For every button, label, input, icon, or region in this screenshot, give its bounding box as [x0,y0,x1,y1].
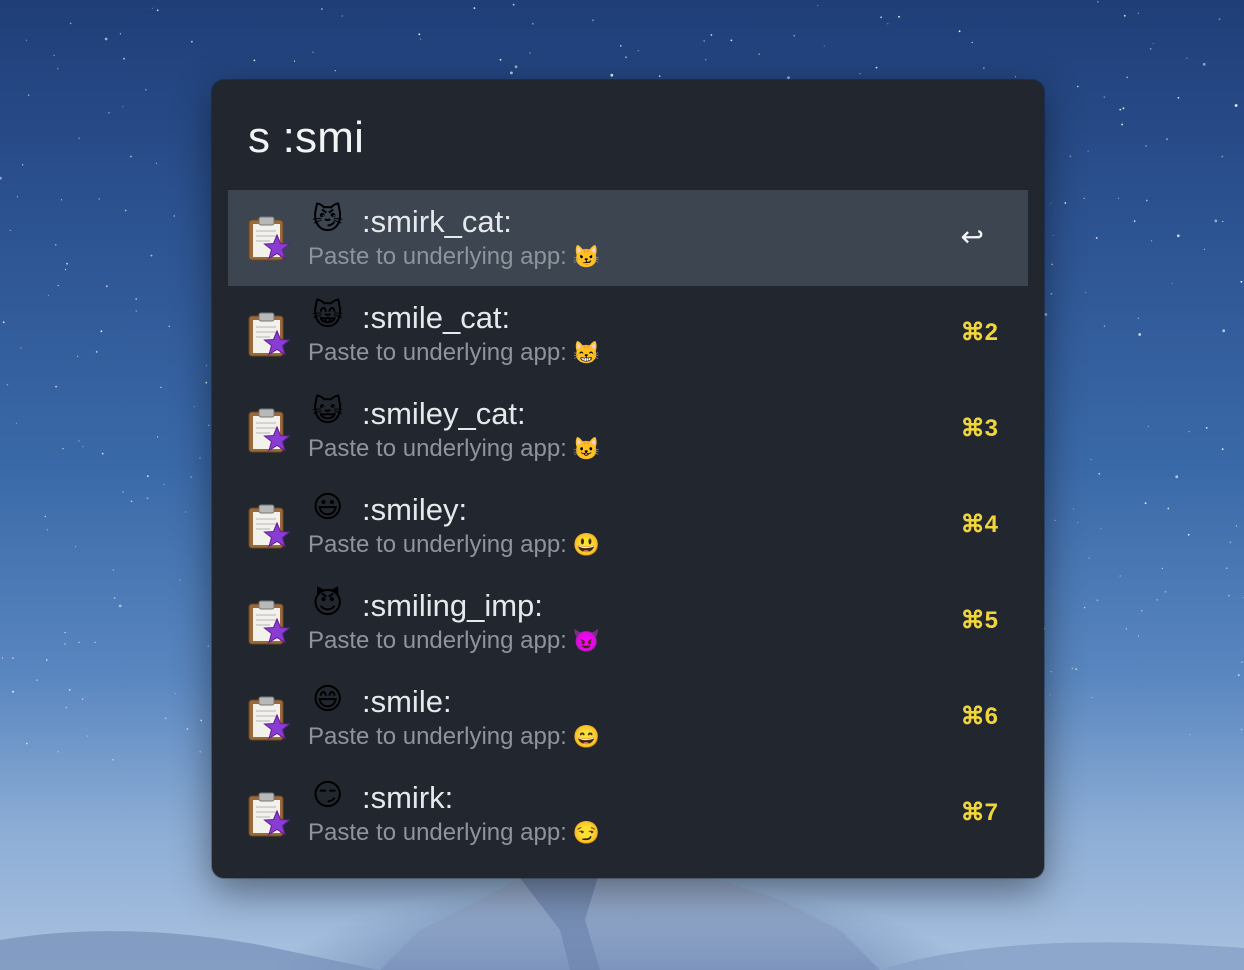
result-title: :smiley: [362,492,468,527]
result-emoji: 😄 [312,682,344,717]
clipboard-star-icon [246,790,292,838]
result-row[interactable]: 😈:smiling_imp: Paste to underlying app: 😈 ⌘… [228,574,1028,670]
result-subtitle-text: Paste to underlying app: [308,531,567,558]
result-subtitle: Paste to underlying app: 😈 [308,626,600,656]
clipboard-star-icon [246,406,292,454]
result-emoji: 😸 [312,298,344,333]
result-emoji: 😼 [312,202,344,237]
shortcut-hint: ⌘6 [960,703,998,730]
result-subtitle-text: Paste to underlying app: [308,819,567,846]
result-title: :smile_cat: [362,300,511,335]
result-title: :smirk_cat: [362,204,512,239]
clipboard-star-icon [246,598,292,646]
shortcut-hint: ⌘3 [960,415,998,442]
result-subtitle-emoji: 😺 [572,436,601,461]
result-row[interactable]: 😃:smiley: Paste to underlying app: 😃 ⌘4 [228,478,1028,574]
result-subtitle: Paste to underlying app: 😼 [308,242,600,272]
result-row[interactable]: 😄:smile: Paste to underlying app: 😄 ⌘6 [228,670,1028,766]
result-row[interactable]: 😸:smile_cat: Paste to underlying app: 😸 ⌘2 [228,286,1028,382]
clipboard-star-icon [246,214,292,262]
result-emoji: 😏 [312,778,344,813]
result-title: :smiling_imp: [362,588,543,623]
results-list: 😼:smirk_cat: Paste to underlying app: 😼 ↩ 😸… [228,190,1028,862]
result-subtitle-emoji: 😄 [572,724,601,749]
result-emoji: 😺 [312,394,344,429]
result-subtitle: Paste to underlying app: 😺 [308,434,600,464]
result-emoji: 😈 [312,586,344,621]
result-subtitle: Paste to underlying app: 😏 [308,818,600,848]
clipboard-star-icon [246,310,292,358]
result-row[interactable]: 😼:smirk_cat: Paste to underlying app: 😼 ↩ [228,190,1028,286]
result-title: :smiley_cat: [362,396,526,431]
result-emoji: 😃 [312,490,344,525]
result-row[interactable]: 😺:smiley_cat: Paste to underlying app: 😺 ⌘3 [228,382,1028,478]
result-row[interactable]: 😏:smirk: Paste to underlying app: 😏 ⌘7 [228,766,1028,862]
shortcut-hint: ⌘4 [960,511,998,538]
shortcut-hint: ⌘2 [960,319,998,346]
result-subtitle-text: Paste to underlying app: [308,627,567,654]
result-subtitle-emoji: 😸 [572,340,601,365]
result-subtitle-text: Paste to underlying app: [308,435,567,462]
result-subtitle-emoji: 😃 [572,532,601,557]
clipboard-star-icon [246,502,292,550]
result-title: :smile: [362,684,452,719]
result-subtitle-text: Paste to underlying app: [308,723,567,750]
launcher-panel: s :smi 😼:smirk_cat: Paste to underlying a… [212,80,1044,878]
result-subtitle: Paste to underlying app: 😄 [308,722,600,752]
result-subtitle: Paste to underlying app: 😃 [308,530,600,560]
result-subtitle-emoji: 😼 [572,244,601,269]
result-subtitle-text: Paste to underlying app: [308,243,567,270]
shortcut-hint: ⌘5 [960,607,998,634]
result-title: :smirk: [362,780,454,815]
return-key-hint: ↩ [960,221,984,252]
result-subtitle-emoji: 😈 [572,628,601,653]
search-input[interactable]: s :smi [248,110,364,166]
result-subtitle-emoji: 😏 [572,820,601,845]
shortcut-hint: ⌘7 [960,799,998,826]
result-subtitle-text: Paste to underlying app: [308,339,567,366]
result-subtitle: Paste to underlying app: 😸 [308,338,600,368]
clipboard-star-icon [246,694,292,742]
